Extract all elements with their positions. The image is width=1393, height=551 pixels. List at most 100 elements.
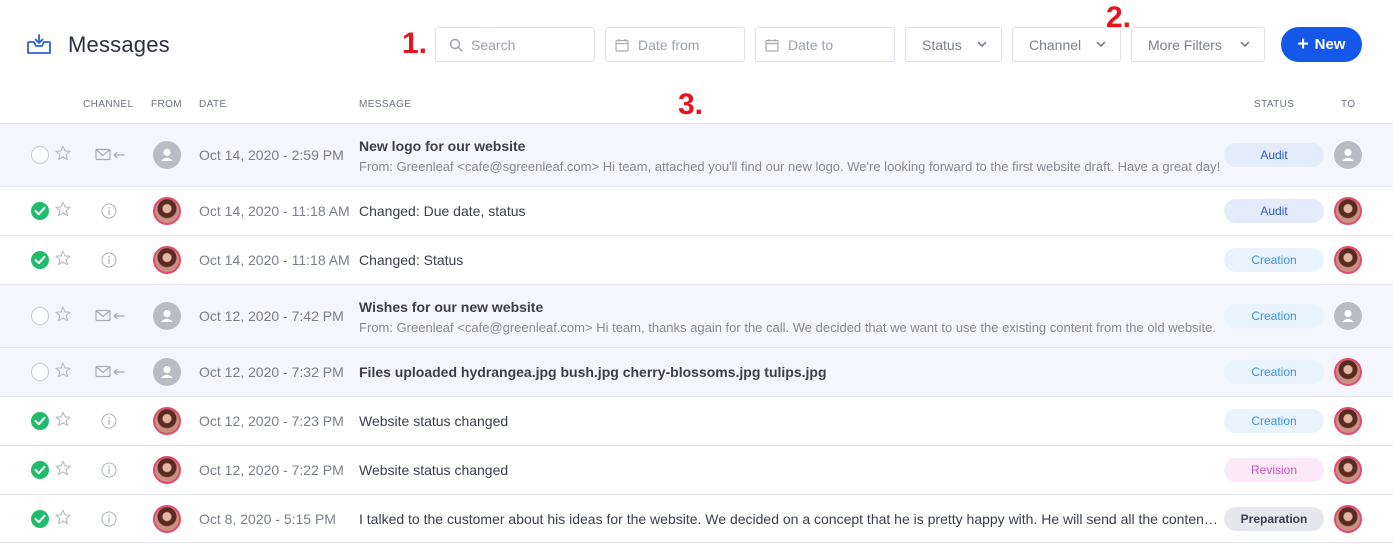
info-icon bbox=[101, 413, 117, 429]
check-circle-icon[interactable] bbox=[31, 251, 49, 269]
column-header-message[interactable]: MESSAGE bbox=[359, 99, 411, 110]
column-header-date[interactable]: DATE bbox=[199, 99, 227, 110]
star-icon[interactable] bbox=[55, 411, 71, 427]
from-avatar[interactable] bbox=[153, 197, 181, 225]
message-subject[interactable]: Wishes for our new website bbox=[359, 299, 1221, 315]
table-row[interactable]: Oct 14, 2020 - 11:18 AM Changed: Due date… bbox=[0, 186, 1393, 235]
from-avatar[interactable] bbox=[153, 302, 181, 330]
to-avatar[interactable] bbox=[1334, 141, 1362, 169]
empty-circle-icon[interactable] bbox=[31, 363, 49, 381]
to-avatar[interactable] bbox=[1334, 407, 1362, 435]
column-header-status[interactable]: STATUS bbox=[1254, 99, 1294, 110]
status-badge: Revision bbox=[1224, 458, 1324, 482]
table-row[interactable]: Oct 12, 2020 - 7:23 PM Website status cha… bbox=[0, 396, 1393, 445]
to-avatar[interactable] bbox=[1334, 505, 1362, 533]
search-icon bbox=[449, 38, 463, 52]
table-row[interactable]: Oct 8, 2020 - 5:15 PM I talked to the cus… bbox=[0, 494, 1393, 543]
table-row[interactable]: Oct 12, 2020 - 7:42 PM Wishes for our new… bbox=[0, 284, 1393, 347]
message-date: Oct 12, 2020 - 7:42 PM bbox=[199, 308, 344, 324]
plus-icon: + bbox=[1297, 34, 1309, 55]
to-avatar[interactable] bbox=[1334, 456, 1362, 484]
message-date: Oct 12, 2020 - 7:22 PM bbox=[199, 462, 344, 478]
search-input[interactable]: Search bbox=[435, 27, 595, 62]
check-circle-icon[interactable] bbox=[31, 461, 49, 479]
column-header-from[interactable]: FROM bbox=[151, 99, 182, 110]
message-subject[interactable]: Files uploaded hydrangea.jpg bush.jpg ch… bbox=[359, 364, 1221, 380]
star-icon[interactable] bbox=[55, 145, 71, 161]
message-subject[interactable]: Changed: Status bbox=[359, 252, 1221, 268]
email-icon bbox=[95, 148, 125, 162]
empty-circle-icon[interactable] bbox=[31, 307, 49, 325]
star-icon[interactable] bbox=[55, 362, 71, 378]
status-filter-label: Status bbox=[922, 36, 962, 53]
status-badge: Audit bbox=[1224, 143, 1324, 167]
search-placeholder: Search bbox=[471, 36, 516, 53]
to-avatar[interactable] bbox=[1334, 358, 1362, 386]
from-avatar[interactable] bbox=[153, 358, 181, 386]
info-icon bbox=[101, 203, 117, 219]
message-preview[interactable]: From: Greenleaf <cafe@greenleaf.com> Hi … bbox=[359, 320, 1221, 335]
from-avatar[interactable] bbox=[153, 456, 181, 484]
to-avatar[interactable] bbox=[1334, 302, 1362, 330]
info-icon bbox=[101, 462, 117, 478]
message-subject[interactable]: New logo for our website bbox=[359, 138, 1221, 154]
info-icon bbox=[101, 511, 117, 527]
column-header-to[interactable]: TO bbox=[1341, 99, 1356, 110]
page-header: Messages 1. 2. 3. Search Date from Date … bbox=[0, 0, 1393, 120]
page-title: Messages bbox=[68, 32, 170, 57]
from-avatar[interactable] bbox=[153, 141, 181, 169]
email-icon bbox=[95, 365, 125, 379]
to-avatar[interactable] bbox=[1334, 197, 1362, 225]
table-row[interactable]: Oct 12, 2020 - 7:22 PM Website status cha… bbox=[0, 445, 1393, 494]
empty-circle-icon[interactable] bbox=[31, 146, 49, 164]
calendar-icon bbox=[765, 38, 779, 52]
annotation-marker-3: 3. bbox=[678, 88, 704, 121]
from-avatar[interactable] bbox=[153, 246, 181, 274]
info-icon bbox=[101, 252, 117, 268]
date-from-input[interactable]: Date from bbox=[605, 27, 745, 62]
status-badge: Creation bbox=[1224, 409, 1324, 433]
message-subject[interactable]: Website status changed bbox=[359, 413, 1221, 429]
check-circle-icon[interactable] bbox=[31, 510, 49, 528]
inbox-icon bbox=[27, 34, 51, 54]
message-date: Oct 14, 2020 - 2:59 PM bbox=[199, 147, 344, 163]
annotation-marker-1: 1. bbox=[402, 27, 428, 60]
status-badge: Creation bbox=[1224, 304, 1324, 328]
date-to-input[interactable]: Date to bbox=[755, 27, 895, 62]
email-icon bbox=[95, 309, 125, 323]
check-circle-icon[interactable] bbox=[31, 202, 49, 220]
star-icon[interactable] bbox=[55, 306, 71, 322]
from-avatar[interactable] bbox=[153, 407, 181, 435]
date-from-placeholder: Date from bbox=[638, 36, 700, 53]
message-subject[interactable]: Changed: Due date, status bbox=[359, 203, 1221, 219]
date-to-placeholder: Date to bbox=[788, 36, 834, 53]
message-preview[interactable]: From: Greenleaf <cafe@sgreenleaf.com> Hi… bbox=[359, 159, 1221, 174]
calendar-icon bbox=[615, 38, 629, 52]
message-date: Oct 8, 2020 - 5:15 PM bbox=[199, 511, 336, 527]
more-filters-dropdown[interactable]: More Filters bbox=[1131, 27, 1265, 62]
table-row[interactable]: Oct 14, 2020 - 2:59 PM New logo for our w… bbox=[0, 123, 1393, 186]
check-circle-icon[interactable] bbox=[31, 412, 49, 430]
star-icon[interactable] bbox=[55, 460, 71, 476]
table-row[interactable]: Oct 12, 2020 - 7:32 PM Files uploaded hyd… bbox=[0, 347, 1393, 396]
message-date: Oct 14, 2020 - 11:18 AM bbox=[199, 203, 350, 219]
new-message-button[interactable]: + New bbox=[1281, 27, 1362, 62]
chevron-down-icon bbox=[977, 41, 987, 47]
star-icon[interactable] bbox=[55, 250, 71, 266]
column-header-channel[interactable]: CHANNEL bbox=[83, 99, 134, 110]
message-subject[interactable]: Website status changed bbox=[359, 462, 1221, 478]
star-icon[interactable] bbox=[55, 201, 71, 217]
chevron-down-icon bbox=[1240, 41, 1250, 47]
table-row[interactable]: Oct 14, 2020 - 11:18 AM Changed: Status Cr… bbox=[0, 235, 1393, 284]
channel-filter-dropdown[interactable]: Channel bbox=[1012, 27, 1121, 62]
channel-filter-label: Channel bbox=[1029, 36, 1082, 53]
status-filter-dropdown[interactable]: Status bbox=[905, 27, 1002, 62]
star-icon[interactable] bbox=[55, 509, 71, 525]
message-date: Oct 14, 2020 - 11:18 AM bbox=[199, 252, 350, 268]
message-subject[interactable]: I talked to the customer about his ideas… bbox=[359, 511, 1221, 527]
from-avatar[interactable] bbox=[153, 505, 181, 533]
to-avatar[interactable] bbox=[1334, 246, 1362, 274]
message-list: Oct 14, 2020 - 2:59 PM New logo for our w… bbox=[0, 123, 1393, 543]
message-date: Oct 12, 2020 - 7:23 PM bbox=[199, 413, 344, 429]
status-badge: Creation bbox=[1224, 360, 1324, 384]
